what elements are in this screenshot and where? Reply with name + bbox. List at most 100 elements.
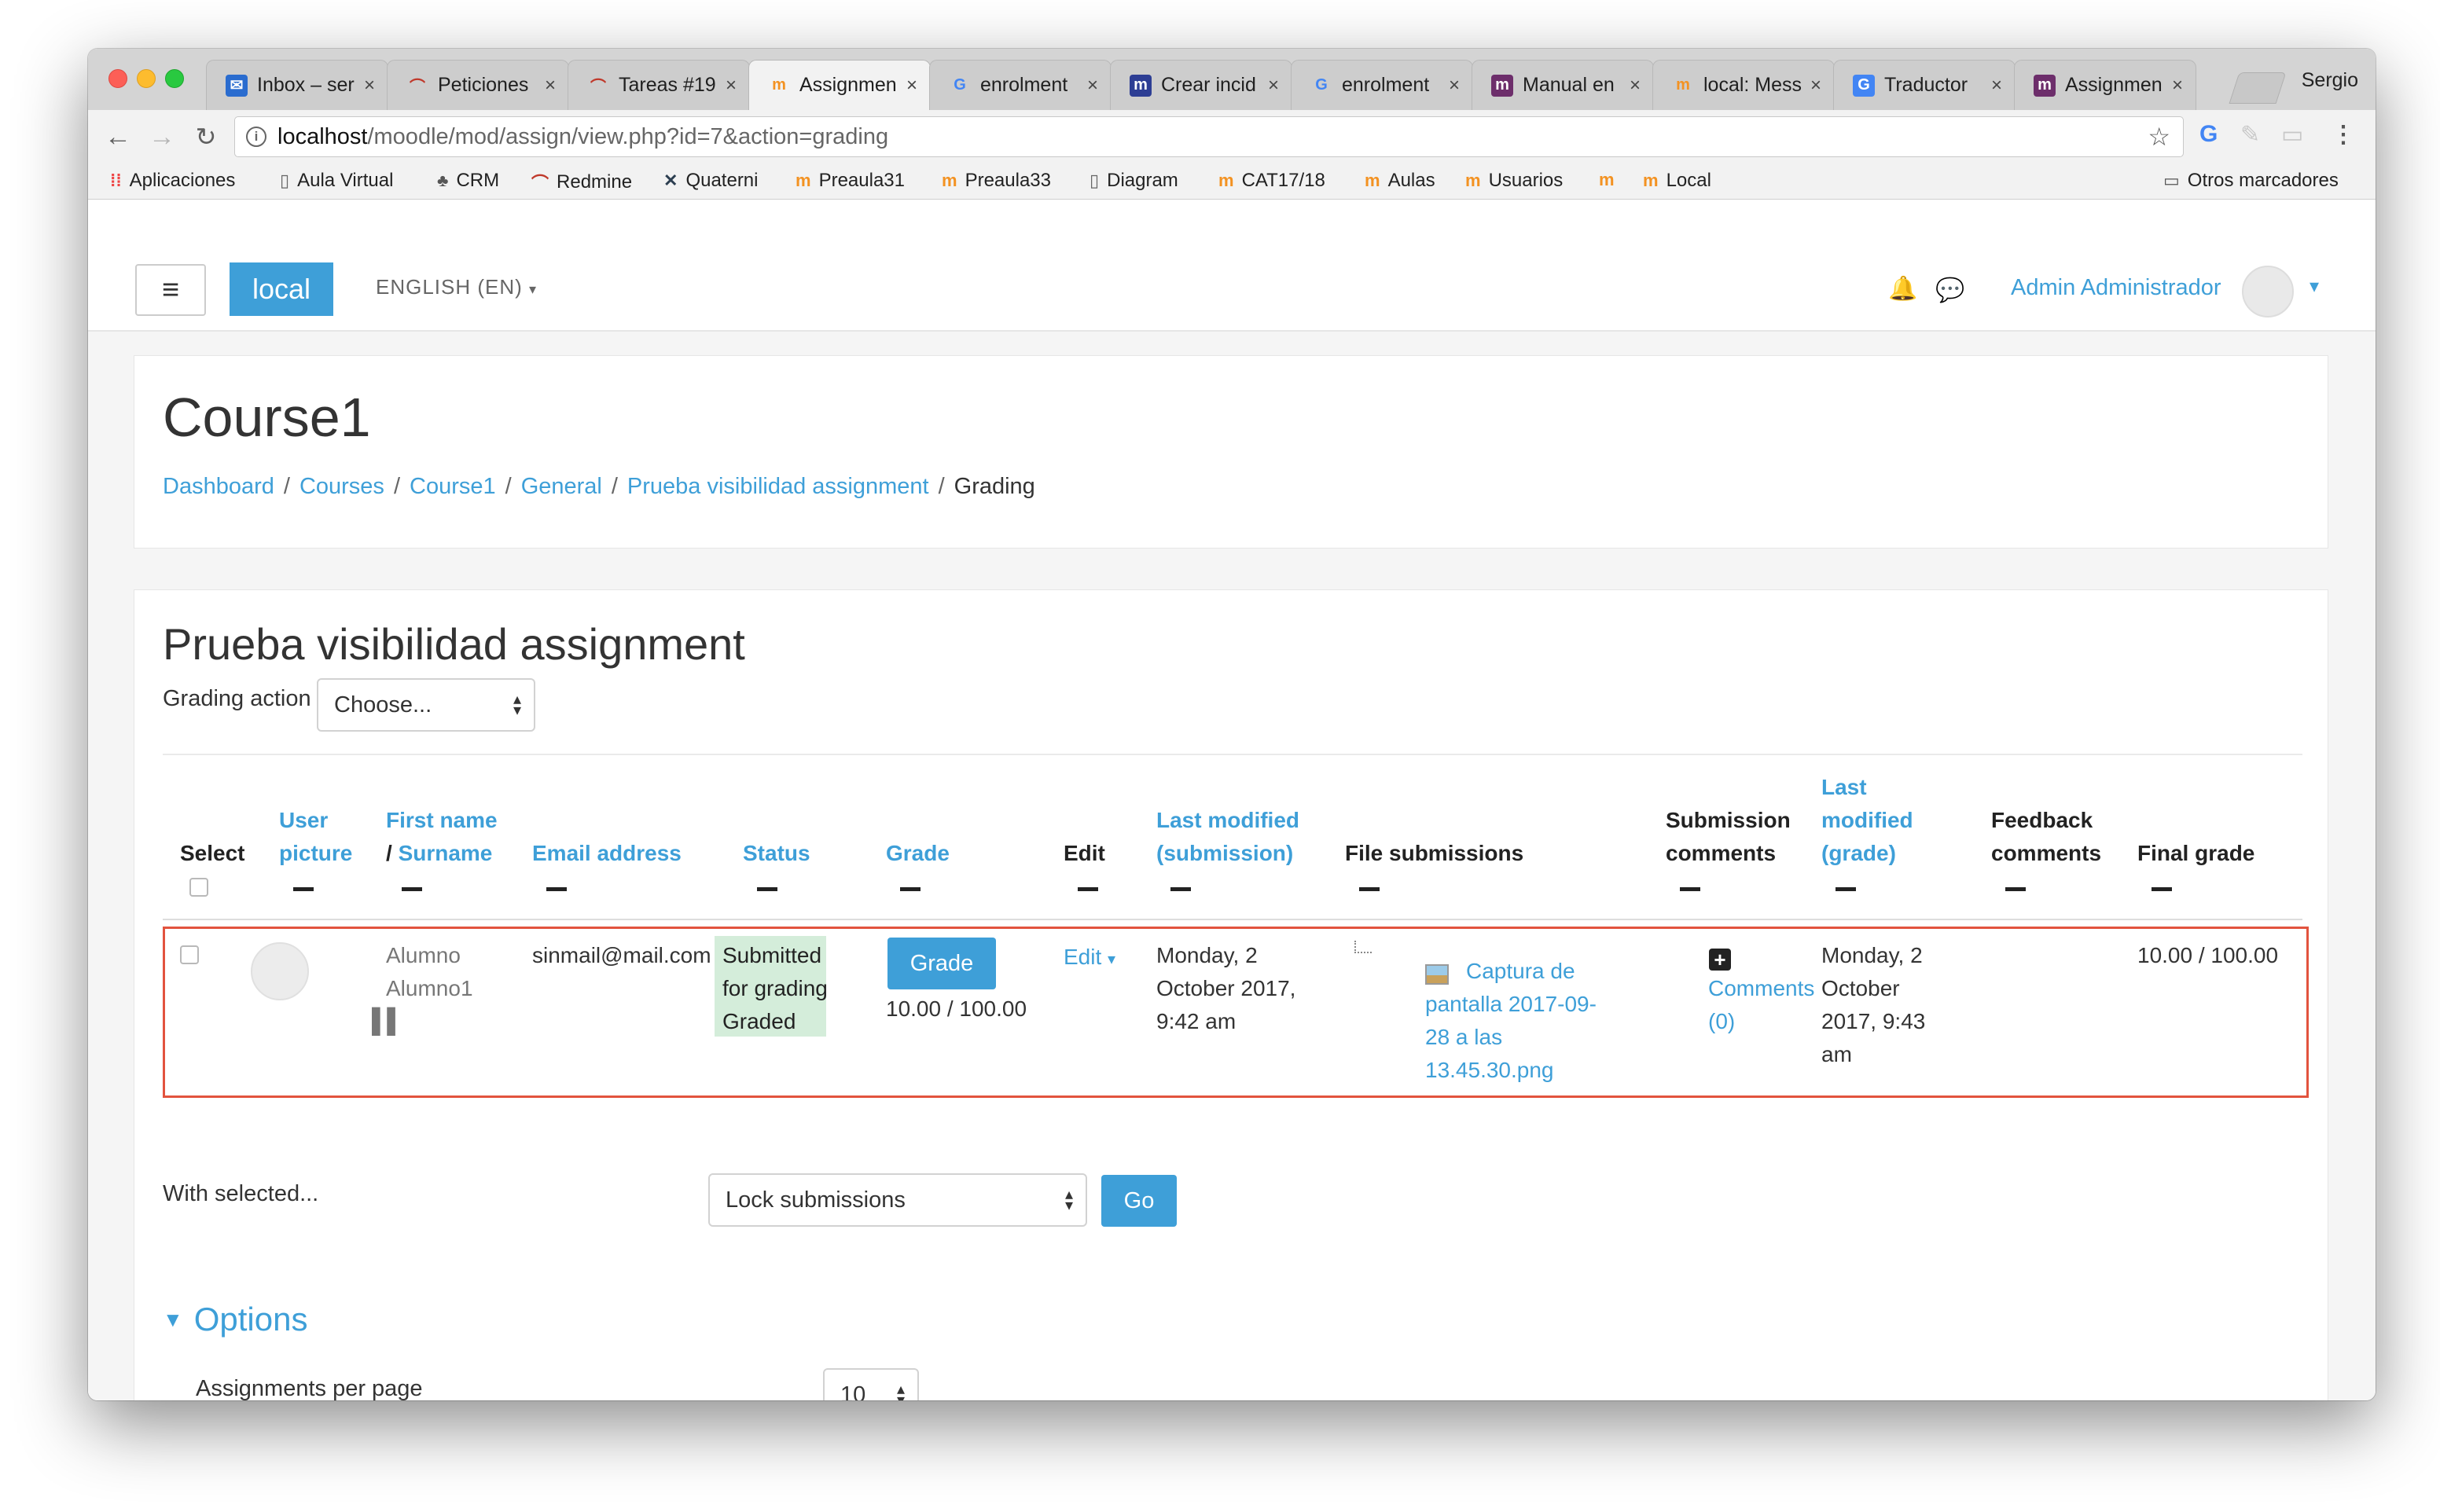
hamburger-menu-button[interactable]: ≡: [135, 264, 206, 316]
bookmark-cat1718[interactable]: m CAT17/18: [1218, 170, 1325, 192]
breadcrumb-dashboard[interactable]: Dashboard: [163, 474, 274, 499]
close-icon[interactable]: ×: [1268, 75, 1279, 97]
tab-inbox[interactable]: ✉ Inbox – ser ×: [206, 60, 388, 110]
translate-extension-icon[interactable]: G: [2199, 121, 2218, 148]
close-icon[interactable]: ×: [2172, 75, 2183, 97]
collapse-column-icon[interactable]: [757, 887, 777, 891]
tab-enrolment-2[interactable]: G enrolment ×: [1291, 60, 1473, 110]
plus-icon[interactable]: +: [1709, 949, 1731, 971]
user-avatar[interactable]: [2242, 266, 2294, 317]
language-menu[interactable]: ENGLISH (EN) ▾: [376, 275, 537, 299]
bookmark-usuarios[interactable]: m Usuarios: [1465, 170, 1563, 192]
options-toggle[interactable]: ▼ Options: [163, 1301, 307, 1338]
col-grade[interactable]: Grade: [886, 837, 950, 870]
info-icon[interactable]: i: [246, 127, 266, 147]
breadcrumb-assignment[interactable]: Prueba visibilidad assignment: [627, 474, 929, 499]
tab-tareas[interactable]: ⌒ Tareas #19 ×: [568, 60, 750, 110]
close-icon[interactable]: ×: [1449, 75, 1460, 97]
sort-surname-link[interactable]: Surname: [399, 841, 493, 865]
user-menu-caret-icon[interactable]: ▾: [2310, 275, 2319, 298]
messages-icon[interactable]: 💬: [1935, 277, 1964, 304]
file-submission-link[interactable]: Captura de pantalla 2017-09- 28 a las 13.45…: [1425, 955, 1597, 1087]
col-email[interactable]: Email address: [532, 837, 682, 870]
maximize-window-button[interactable]: [165, 69, 184, 88]
reload-icon[interactable]: ↻: [187, 118, 225, 156]
comments-link[interactable]: Comments (0): [1708, 972, 1814, 1038]
bookmark-unnamed[interactable]: m: [1599, 170, 1622, 190]
bulk-action-select[interactable]: Lock submissions ▴ ▾: [708, 1173, 1087, 1227]
collapse-column-icon[interactable]: [402, 887, 422, 891]
minimize-window-button[interactable]: [137, 69, 156, 88]
collapse-column-icon[interactable]: [546, 887, 567, 891]
moodle-tracker-icon: m: [1130, 74, 1152, 97]
grading-action-select[interactable]: Choose... ▴ ▾: [317, 678, 535, 732]
bookmark-quaterni[interactable]: ✕ Quaterni: [663, 170, 759, 192]
tab-assignment-active[interactable]: m Assignmen ×: [748, 60, 931, 110]
collapse-column-icon[interactable]: [2005, 887, 2026, 891]
close-icon[interactable]: ×: [726, 75, 737, 97]
assignments-per-page-select[interactable]: 10 ▴ ▾: [823, 1368, 919, 1400]
user-menu-name[interactable]: Admin Administrador: [2011, 275, 2221, 301]
col-status[interactable]: Status: [743, 837, 810, 870]
edit-menu[interactable]: Edit ▾: [1064, 941, 1115, 976]
col-last-modified-submission[interactable]: Last modified (submission): [1156, 804, 1299, 870]
grade-button[interactable]: Grade: [887, 938, 996, 989]
bookmark-diagram[interactable]: ▯ Diagram: [1090, 170, 1178, 192]
extension-feather-icon[interactable]: ✎: [2240, 121, 2260, 149]
collapse-column-icon[interactable]: [2152, 887, 2172, 891]
profile-name[interactable]: Sergio: [2302, 69, 2358, 92]
collapse-column-icon[interactable]: [293, 887, 314, 891]
forward-arrow-icon[interactable]: →: [143, 118, 181, 156]
user-picture-avatar[interactable]: [251, 942, 309, 1000]
col-last-modified-grade[interactable]: Last modified (grade): [1821, 771, 1913, 870]
collapse-column-icon[interactable]: [1359, 887, 1380, 891]
col-user-picture[interactable]: User picture: [279, 804, 352, 870]
bookmark-local[interactable]: m Local: [1643, 170, 1711, 192]
collapse-column-icon[interactable]: [1170, 887, 1191, 891]
collapse-column-icon[interactable]: [1078, 887, 1098, 891]
collapse-column-icon[interactable]: [1836, 887, 1856, 891]
go-button[interactable]: Go: [1101, 1175, 1177, 1227]
select-all-checkbox[interactable]: [189, 878, 208, 897]
menu-kebab-icon[interactable]: ⋮: [2332, 121, 2355, 149]
close-icon[interactable]: ×: [1810, 75, 1821, 97]
tab-peticiones[interactable]: ⌒ Peticiones ×: [387, 60, 569, 110]
close-icon[interactable]: ×: [364, 75, 375, 97]
row-select-checkbox[interactable]: [180, 945, 199, 964]
bookmark-star-icon[interactable]: ☆: [2148, 122, 2170, 152]
bookmark-aplicaciones[interactable]: ⁞⁞ Aplicaciones: [110, 170, 235, 192]
bookmark-crm[interactable]: ♣ CRM: [437, 170, 499, 192]
tab-enrolment[interactable]: G enrolment ×: [929, 60, 1112, 110]
extension-cast-icon[interactable]: ▭: [2281, 121, 2303, 149]
bookmark-aulas[interactable]: m Aulas: [1365, 170, 1435, 192]
close-icon[interactable]: ×: [1630, 75, 1641, 97]
close-icon[interactable]: ×: [1991, 75, 2002, 97]
close-icon[interactable]: ×: [1087, 75, 1098, 97]
new-tab-button[interactable]: [2229, 72, 2287, 104]
bookmark-preaula31[interactable]: m Preaula31: [796, 170, 905, 192]
tab-manual[interactable]: m Manual en ×: [1472, 60, 1654, 110]
bookmark-otros[interactable]: ▭ Otros marcadores: [2163, 170, 2339, 192]
breadcrumb-general[interactable]: General: [521, 474, 602, 499]
collapse-column-icon[interactable]: [1680, 887, 1700, 891]
tab-crear-incidencia[interactable]: m Crear incid ×: [1110, 60, 1292, 110]
tab-traductor[interactable]: G Traductor ×: [1833, 60, 2016, 110]
tab-assignment-2[interactable]: m Assignmen ×: [2014, 60, 2196, 110]
notifications-bell-icon[interactable]: 🔔: [1888, 275, 1917, 303]
bookmark-preaula33[interactable]: m Preaula33: [942, 170, 1051, 192]
moodle-tracker-icon: m: [1491, 74, 1513, 97]
breadcrumb-courses[interactable]: Courses: [299, 474, 384, 499]
address-bar[interactable]: i localhost/moodle/mod/assign/view.php?i…: [234, 116, 2184, 157]
breadcrumb-course1[interactable]: Course1: [410, 474, 496, 499]
bookmark-redmine[interactable]: ⌒ Redmine: [531, 170, 632, 195]
student-name[interactable]: Alumno Alumno1: [386, 939, 473, 1005]
back-arrow-icon[interactable]: ←: [99, 118, 137, 156]
close-icon[interactable]: ×: [545, 75, 556, 97]
site-brand[interactable]: local: [230, 262, 333, 316]
tab-local-messages[interactable]: m local: Mess ×: [1652, 60, 1835, 110]
close-window-button[interactable]: [108, 69, 127, 88]
sort-first-name-link[interactable]: First name: [386, 808, 498, 832]
collapse-column-icon[interactable]: [900, 887, 921, 891]
close-icon[interactable]: ×: [906, 75, 917, 97]
bookmark-aula-virtual[interactable]: ▯ Aula Virtual: [280, 170, 393, 192]
